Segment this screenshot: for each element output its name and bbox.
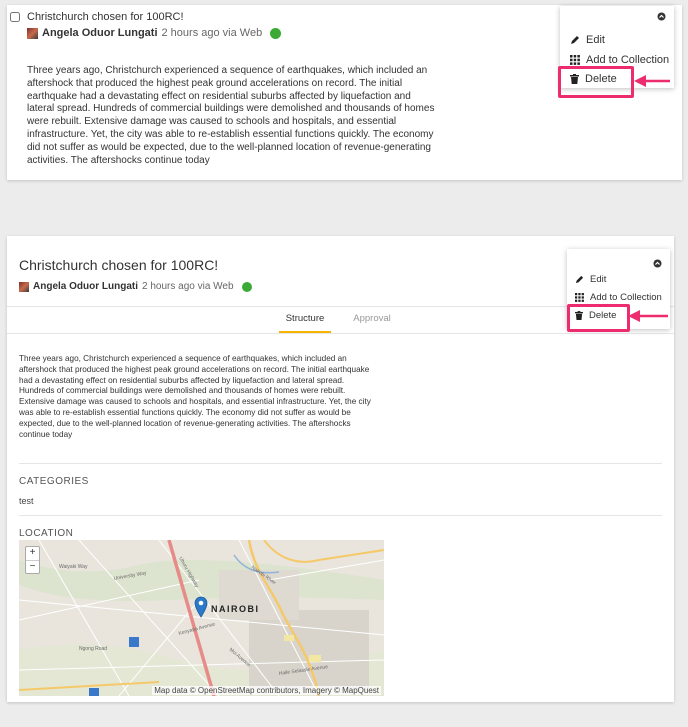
edit-label: Edit <box>586 34 605 46</box>
author-line: Angela Oduor Lungati 2 hours ago via Web <box>19 281 252 292</box>
categories-heading: CATEGORIES <box>19 476 89 487</box>
web-source-icon <box>270 27 282 39</box>
post-detail-title: Christchurch chosen for 100RC! <box>19 257 219 273</box>
chevron-up-icon[interactable] <box>657 12 666 21</box>
add-to-collection-menu-item[interactable]: Add to Collection <box>575 292 662 303</box>
map-city-label: NAIROBI <box>211 604 260 614</box>
arrow-icon <box>628 310 668 322</box>
add-to-collection-label: Add to Collection <box>586 54 670 66</box>
author-name[interactable]: Angela Oduor Lungati <box>42 27 158 39</box>
select-post-checkbox[interactable] <box>10 12 20 22</box>
edit-label: Edit <box>590 274 607 285</box>
map-zoom-control: + − <box>25 546 40 574</box>
avatar-icon <box>27 27 38 39</box>
pencil-icon <box>570 35 580 45</box>
grid-icon <box>575 293 584 302</box>
zoom-out-button[interactable]: − <box>26 561 39 573</box>
grid-icon <box>570 55 580 65</box>
map-pin-icon[interactable] <box>194 596 208 623</box>
add-to-collection-menu-item[interactable]: Add to Collection <box>570 54 669 66</box>
section-divider <box>19 463 662 464</box>
location-heading: LOCATION <box>19 528 74 539</box>
edit-menu-item[interactable]: Edit <box>570 34 605 46</box>
delete-highlight-box <box>558 66 634 98</box>
tab-approval[interactable]: Approval <box>347 307 397 331</box>
tab-structure[interactable]: Structure <box>279 307 331 333</box>
tab-structure-label: Structure <box>285 313 325 324</box>
author-line: Angela Oduor Lungati 2 hours ago via Web <box>27 27 282 39</box>
edit-menu-item[interactable]: Edit <box>575 274 606 285</box>
arrow-icon <box>634 75 670 87</box>
post-meta: 2 hours ago via Web <box>161 27 263 39</box>
chevron-up-icon[interactable] <box>653 259 662 268</box>
section-divider <box>19 515 662 516</box>
author-name[interactable]: Angela Oduor Lungati <box>33 281 138 292</box>
post-title[interactable]: Christchurch chosen for 100RC! <box>27 11 184 23</box>
zoom-in-button[interactable]: + <box>26 547 39 561</box>
map-attribution: Map data © OpenStreetMap contributors, I… <box>152 686 381 695</box>
delete-highlight-box <box>567 304 630 332</box>
add-to-collection-label: Add to Collection <box>590 292 662 303</box>
post-description: Three years ago, Christchurch experience… <box>19 354 371 439</box>
pencil-icon <box>575 275 584 284</box>
web-source-icon <box>241 281 252 292</box>
location-map[interactable]: Uhuru Highway Nairobi River University W… <box>19 540 384 696</box>
tabs-divider <box>7 333 674 334</box>
post-description: Three years ago, Christchurch experience… <box>27 65 435 166</box>
svg-text:Waiyaki Way: Waiyaki Way <box>59 564 88 570</box>
categories-value: test <box>19 496 34 506</box>
tab-approval-label: Approval <box>353 313 391 324</box>
avatar-icon <box>19 281 29 292</box>
svg-text:Ngong Road: Ngong Road <box>79 646 107 652</box>
post-meta: 2 hours ago via Web <box>142 281 234 292</box>
